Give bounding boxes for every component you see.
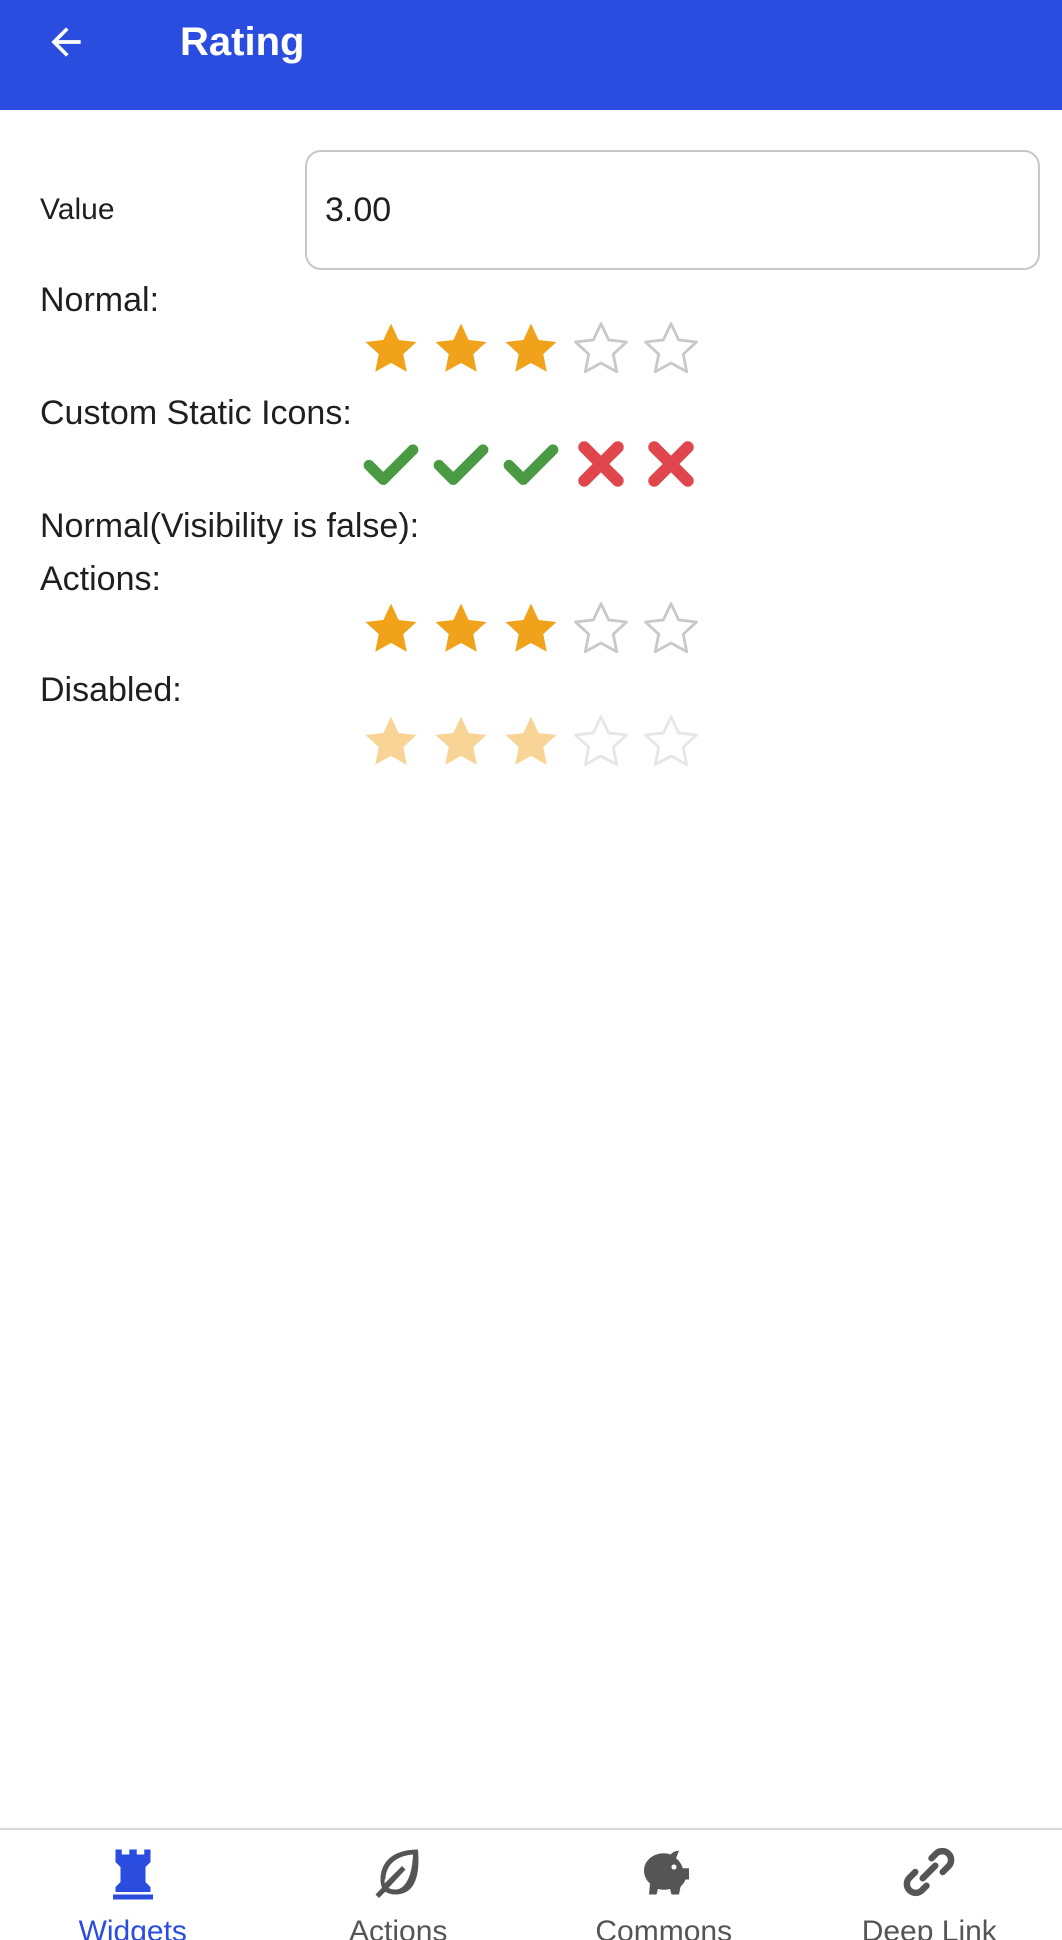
custom-icons-rating[interactable] [360, 433, 702, 495]
star-empty-icon [570, 711, 632, 773]
bottom-navigation: Widgets Actions Commons Deep Link [0, 1828, 1062, 1940]
link-icon [899, 1842, 959, 1902]
star-filled-icon[interactable] [430, 598, 492, 660]
star-empty-icon[interactable] [570, 598, 632, 660]
custom-icons-label: Custom Static Icons: [40, 394, 352, 432]
star-filled-icon[interactable] [360, 318, 422, 380]
hidden-rating-label: Normal(Visibility is false): [40, 507, 420, 545]
normal-label: Normal: [40, 281, 160, 319]
value-input[interactable] [305, 150, 1040, 270]
arrow-left-icon [51, 27, 81, 57]
nav-item-deep-link[interactable]: Deep Link [797, 1830, 1062, 1940]
nav-item-actions[interactable]: Actions [266, 1830, 532, 1940]
star-filled-icon [360, 711, 422, 773]
actions-rating[interactable] [360, 598, 702, 660]
check-icon[interactable] [430, 433, 492, 495]
cross-icon[interactable] [640, 433, 702, 495]
star-filled-icon [430, 711, 492, 773]
actions-label: Actions: [40, 560, 161, 598]
page-title: Rating [180, 20, 305, 64]
disabled-label: Disabled: [40, 671, 182, 709]
piggy-bank-icon [634, 1842, 694, 1902]
nav-label-deep-link: Deep Link [861, 1915, 997, 1940]
star-filled-icon[interactable] [430, 318, 492, 380]
star-empty-icon[interactable] [640, 598, 702, 660]
nav-label-widgets: Widgets [78, 1915, 187, 1940]
cross-icon[interactable] [570, 433, 632, 495]
check-icon[interactable] [500, 433, 562, 495]
star-empty-icon[interactable] [570, 318, 632, 380]
normal-rating[interactable] [360, 318, 702, 380]
app-bar: Rating [0, 0, 1062, 110]
nav-label-actions: Actions [349, 1915, 448, 1940]
star-filled-icon[interactable] [500, 318, 562, 380]
value-label: Value [40, 193, 115, 226]
nav-item-commons[interactable]: Commons [531, 1830, 797, 1940]
nav-item-widgets[interactable]: Widgets [0, 1830, 266, 1940]
leaf-icon [368, 1842, 428, 1902]
star-filled-icon [500, 711, 562, 773]
star-filled-icon[interactable] [360, 598, 422, 660]
star-filled-icon[interactable] [500, 598, 562, 660]
star-empty-icon[interactable] [640, 318, 702, 380]
back-button[interactable] [36, 14, 96, 70]
star-empty-icon [640, 711, 702, 773]
nav-label-commons: Commons [595, 1915, 733, 1940]
disabled-rating [360, 711, 702, 773]
rook-icon [103, 1842, 163, 1902]
check-icon[interactable] [360, 433, 422, 495]
